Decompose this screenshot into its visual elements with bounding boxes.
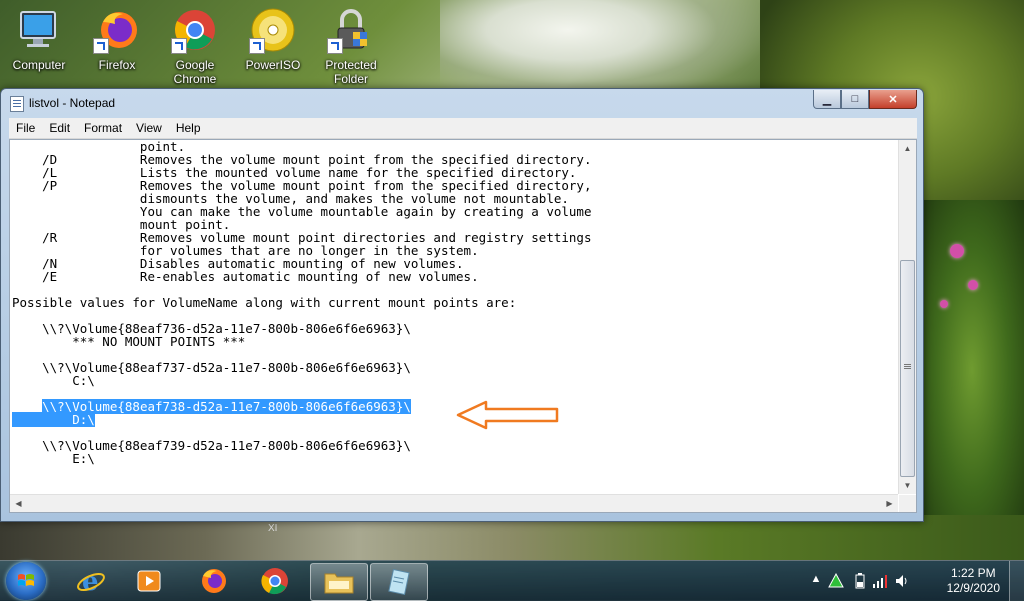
menu-file[interactable]: File [9,121,42,135]
desktop-icon-label: Computer [12,58,66,72]
clock[interactable]: 1:22 PM 12/9/2020 [947,566,1000,596]
clock-date: 12/9/2020 [946,581,1000,595]
show-hidden-icons-arrow-icon[interactable]: ▲ [808,573,824,589]
minimize-button[interactable]: ▁ [813,90,841,109]
notepad-window: listvol - Notepad ▁ □ ✕ File Edit Format… [0,88,924,522]
poweriso-icon [249,6,297,54]
tray-green-arrow-icon[interactable] [828,572,844,589]
shortcut-arrow-icon [93,38,109,54]
menu-bar: File Edit Format View Help [9,118,917,139]
menu-view[interactable]: View [129,121,169,135]
wallpaper-flower [968,280,978,290]
scroll-left-arrow-icon[interactable]: ◀ [10,495,27,512]
desktop-icon-label: Firefox [98,58,136,72]
watermark-text: XI [268,523,278,534]
menu-edit[interactable]: Edit [42,121,77,135]
text-editor[interactable]: point. /D Removes the volume mount point… [9,139,917,513]
selected-text: \\?\Volume{88eaf738-d52a-11e7-800b-806e6… [42,399,411,414]
window-title: listvol - Notepad [29,96,116,110]
close-button[interactable]: ✕ [869,90,917,109]
chrome-icon [171,6,219,54]
scroll-up-arrow-icon[interactable]: ▲ [899,140,916,157]
wallpaper-flower [950,244,964,258]
wallpaper-waterfall [440,0,760,100]
taskbar: e ▲ 1:22 PM 12/9/2020 [0,560,1024,601]
desktop-icon-chrome[interactable]: Google Chrome [160,6,230,86]
text-line: /E Re-enables automatic mounting of new … [12,269,479,284]
taskbar-media-player[interactable] [122,563,176,599]
shortcut-arrow-icon [327,38,343,54]
selected-text: D:\ [12,412,95,427]
horizontal-scrollbar[interactable]: ◀ ▶ [10,494,898,512]
desktop-icon-firefox[interactable]: Firefox [82,6,152,72]
scroll-down-arrow-icon[interactable]: ▼ [899,477,916,494]
desktop-icon-label: Google Chrome [173,58,217,86]
text-line: \\?\Volume{88eaf738-d52a-11e7-800b-806e6… [12,399,896,414]
desktop-icon-label: PowerISO [245,58,301,72]
notepad-icon [388,568,410,596]
size-grip [899,495,916,512]
battery-icon[interactable] [852,573,868,589]
desktop-icon-label: Protected Folder [325,58,377,86]
lock-icon [327,6,375,54]
menu-format[interactable]: Format [77,121,129,135]
text-line: Possible values for VolumeName along wit… [12,295,517,310]
title-bar[interactable]: listvol - Notepad ▁ □ ✕ [1,89,923,117]
desktop-icon-protected-folder[interactable]: Protected Folder [316,6,386,86]
taskbar-windows-explorer[interactable] [310,563,368,601]
media-player-icon [137,570,161,592]
taskbar-notepad[interactable] [370,563,428,601]
notepad-icon [10,96,24,112]
firefox-icon [93,6,141,54]
scroll-thumb[interactable] [900,260,915,477]
start-button[interactable] [6,562,46,600]
folder-icon [324,573,354,594]
taskbar-internet-explorer[interactable]: e [64,563,118,599]
taskbar-chrome[interactable] [248,563,302,599]
text-line: *** NO MOUNT POINTS *** [12,334,246,349]
text-line: D:\ [12,412,896,427]
system-tray: ▲ 1:22 PM 12/9/2020 [804,561,1024,601]
text-line: \\?\Volume{88eaf737-d52a-11e7-800b-806e6… [12,360,411,375]
windows-logo-icon [18,574,34,586]
menu-help[interactable]: Help [169,121,208,135]
annotation-arrow-icon [456,400,559,430]
wallpaper-plants [920,200,1024,540]
computer-icon [15,6,63,54]
svg-text:e: e [82,567,99,596]
show-desktop-button[interactable] [1009,561,1024,601]
scroll-right-arrow-icon[interactable]: ▶ [881,495,898,512]
internet-explorer-icon: e [77,567,105,596]
window-controls: ▁ □ ✕ [813,90,917,109]
volume-icon[interactable] [894,573,910,589]
desktop-icon-computer[interactable]: Computer [4,6,74,72]
clock-time: 1:22 PM [950,566,996,580]
network-signal-icon[interactable] [872,573,888,589]
shortcut-arrow-icon [171,38,187,54]
text-line: E:\ [12,451,95,466]
taskbar-firefox[interactable] [186,563,240,599]
wallpaper-flower [940,300,948,308]
firefox-icon [202,569,226,593]
maximize-button[interactable]: □ [841,90,869,109]
text-content[interactable]: point. /D Removes the volume mount point… [12,140,896,494]
shortcut-arrow-icon [249,38,265,54]
text-line: C:\ [12,373,95,388]
vertical-scrollbar[interactable]: ▲ ▼ [898,140,916,494]
desktop-icon-poweriso[interactable]: PowerISO [238,6,308,72]
chrome-icon [261,568,288,595]
text-line: \\?\Volume{88eaf739-d52a-11e7-800b-806e6… [12,438,411,453]
